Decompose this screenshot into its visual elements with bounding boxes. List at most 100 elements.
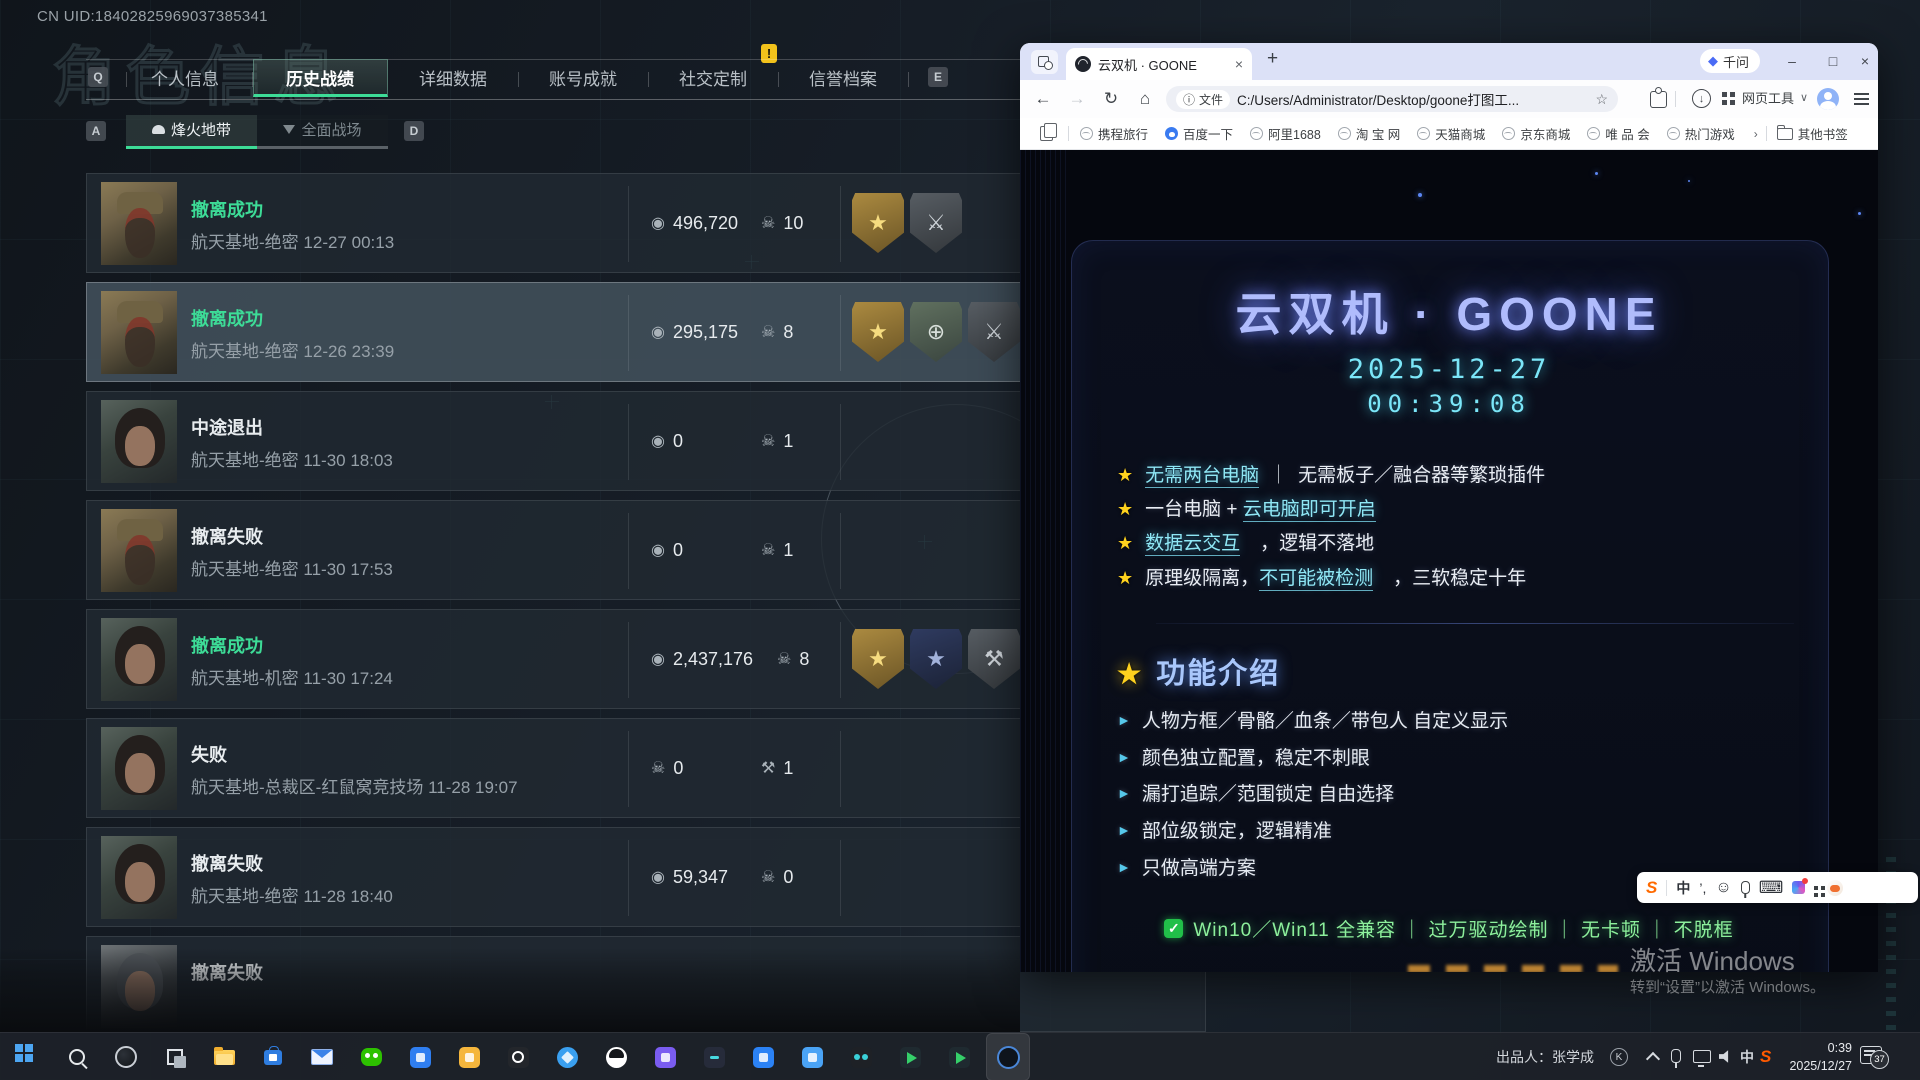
address-bar[interactable]: ⓘ文件 C:/Users/Administrator/Desktop/goone… <box>1166 86 1618 112</box>
app-lightblue-button[interactable] <box>790 1033 834 1080</box>
tray-network-icon[interactable] <box>1693 1050 1711 1063</box>
match-result: 撤离失败 <box>191 523 263 549</box>
ime-punctuation-button[interactable]: ’, <box>1699 880 1706 896</box>
stat-value: 295,175 <box>673 322 738 343</box>
downloads-button[interactable]: ↓ <box>1692 89 1711 108</box>
qianwen-extension-button[interactable]: ◆ 千问 <box>1700 49 1760 73</box>
tab-separator <box>252 72 253 87</box>
bookmark-item[interactable]: 热门游戏 <box>1667 124 1735 143</box>
file-explorer-button[interactable] <box>202 1033 246 1080</box>
tab-search-button[interactable] <box>1031 50 1058 74</box>
bookmark-item[interactable]: 京东商城 <box>1502 124 1570 143</box>
tray-sogou-icon[interactable]: S <box>1760 1033 1771 1080</box>
keyboard-icon[interactable]: ⌨ <box>1759 878 1784 898</box>
bookmark-item[interactable]: 天猫商城 <box>1417 124 1485 143</box>
star-icon: ★ <box>1117 568 1133 588</box>
row-divider <box>840 622 841 698</box>
qq-button[interactable] <box>594 1033 638 1080</box>
window-maximize-button[interactable]: □ <box>1818 47 1848 75</box>
match-map-time: 航天基地-机密 11-30 17:24 <box>191 664 393 689</box>
toolbox-grid-icon[interactable] <box>1814 886 1818 890</box>
star-dot <box>1418 193 1422 197</box>
navy-medal-icon: ★ <box>910 629 962 689</box>
section-title: ★功能介绍 <box>1117 650 1280 692</box>
tab-title: 云双机 · GOONE <box>1098 55 1228 74</box>
app-dark-button[interactable] <box>839 1033 883 1080</box>
search-button[interactable] <box>55 1033 99 1080</box>
refresh-button[interactable]: ↻ <box>1096 80 1126 118</box>
tab-close-icon[interactable]: × <box>1235 56 1243 72</box>
keyhint-d: D <box>404 121 424 141</box>
ime-mode-button[interactable]: 中 <box>1676 878 1690 898</box>
tray-volume-icon[interactable] <box>1719 1050 1732 1063</box>
match-time: 11-28 18:40 <box>303 887 392 906</box>
store-button[interactable] <box>251 1033 295 1080</box>
delta-force-active-button[interactable] <box>986 1033 1030 1080</box>
other-bookmarks-button[interactable]: 其他书签 <box>1777 124 1848 143</box>
kook-button[interactable] <box>545 1033 589 1080</box>
accelerator-button[interactable] <box>888 1033 932 1080</box>
voice-input-icon[interactable] <box>1741 881 1750 894</box>
bookmark-item[interactable]: 阿里1688 <box>1250 124 1321 143</box>
wechat-button[interactable] <box>349 1033 393 1080</box>
back-button[interactable]: ← <box>1028 80 1058 118</box>
gold-medal-icon: ★ <box>852 629 904 689</box>
wegame-button[interactable] <box>496 1033 540 1080</box>
home-button[interactable]: ⌂ <box>1130 80 1160 118</box>
skin-center-icon[interactable] <box>1792 881 1805 894</box>
sogou-logo-icon[interactable]: S <box>1646 878 1657 898</box>
tim-button[interactable] <box>741 1033 785 1080</box>
menu-icon[interactable] <box>1854 93 1869 95</box>
start-button[interactable] <box>6 1033 50 1080</box>
task-view-button[interactable] <box>153 1033 197 1080</box>
app-icon <box>655 1047 676 1068</box>
bookmark-item[interactable]: 百度一下 <box>1165 124 1233 143</box>
bookmark-item[interactable]: 唯 品 会 <box>1587 124 1649 143</box>
extensions-icon[interactable] <box>1650 91 1667 108</box>
emoji-button[interactable]: ☺ <box>1715 879 1731 897</box>
bookmark-panel-icon[interactable] <box>1040 126 1053 141</box>
tab-personal-info[interactable]: 个人信息 <box>151 60 219 99</box>
tray-mic-icon[interactable] <box>1671 1049 1681 1063</box>
tab-reputation[interactable]: 信誉档案 <box>809 60 877 99</box>
chevron-down-icon[interactable]: ∨ <box>1800 80 1808 118</box>
tab-detailed-stats[interactable]: 详细数据 <box>419 60 487 99</box>
bookmark-item[interactable]: 淘 宝 网 <box>1338 124 1400 143</box>
match-map-time: 航天基地-绝密 11-30 18:03 <box>191 446 393 471</box>
row-divider <box>840 186 841 262</box>
window-close-button[interactable]: × <box>1850 47 1878 75</box>
tray-chevron-up-icon[interactable] <box>1646 1052 1660 1066</box>
qianwen-logo-icon: ◆ <box>1708 53 1718 69</box>
play-triangle-icon <box>949 1047 970 1068</box>
mail-button[interactable] <box>300 1033 344 1080</box>
bookmark-star-icon[interactable]: ☆ <box>1595 91 1608 108</box>
match-map: 航天基地-绝密 <box>191 887 299 906</box>
app-blue-button[interactable] <box>398 1033 442 1080</box>
new-tab-button[interactable]: + <box>1267 48 1278 70</box>
forward-button[interactable]: → <box>1062 80 1092 118</box>
accelerator-2-button[interactable] <box>937 1033 981 1080</box>
profile-avatar[interactable] <box>1817 88 1839 110</box>
web-tools-button[interactable]: 网页工具 <box>1742 80 1794 118</box>
tab-match-history[interactable]: 历史战绩 <box>286 60 354 99</box>
app-yellow-button[interactable] <box>447 1033 491 1080</box>
apps-grid-icon[interactable] <box>1722 92 1727 97</box>
stat-value: 1 <box>783 540 793 561</box>
app-navy-button[interactable] <box>692 1033 736 1080</box>
tray-ime-mode[interactable]: 中 <box>1740 1033 1754 1080</box>
subtab-full-battlefield[interactable]: 全面战场 <box>257 115 388 149</box>
page-favicon <box>1075 56 1091 72</box>
tray-clock[interactable]: 0:39 2025/12/27 <box>1786 1040 1852 1075</box>
window-minimize-button[interactable]: – <box>1777 47 1807 75</box>
ai-mascot-icon[interactable] <box>1827 880 1843 896</box>
subtab-fire-zone[interactable]: 烽火地带 <box>126 115 257 149</box>
tab-achievements[interactable]: 账号成就 <box>549 60 617 99</box>
copilot-button[interactable] <box>104 1033 148 1080</box>
tab-social[interactable]: 社交定制 <box>679 60 747 99</box>
bookmarks-overflow-chevron[interactable]: › <box>1754 127 1758 141</box>
tray-k-icon[interactable]: K <box>1610 1048 1628 1066</box>
notification-center-button[interactable]: 37 <box>1860 1046 1882 1064</box>
app-purple-button[interactable] <box>643 1033 687 1080</box>
browser-tab-active[interactable]: 云双机 · GOONE × <box>1066 48 1252 80</box>
bookmark-item[interactable]: 携程旅行 <box>1080 124 1148 143</box>
